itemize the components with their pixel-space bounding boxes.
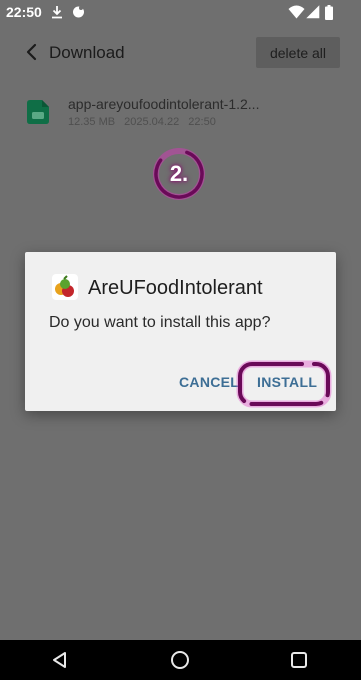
wifi-icon	[288, 5, 305, 24]
back-triangle-icon[interactable]	[50, 650, 70, 670]
apk-file-icon	[27, 100, 49, 129]
file-size: 12.35 MB	[68, 116, 116, 128]
step-annotation: 2.	[153, 148, 205, 200]
download-icon	[51, 5, 63, 24]
file-date: 2025.04.22	[124, 116, 180, 128]
dialog-message: Do you want to install this app?	[49, 314, 271, 331]
dialog-title: AreUFoodIntolerant	[88, 277, 263, 299]
battery-icon	[325, 5, 333, 25]
install-highlight-marker	[236, 360, 332, 408]
download-list-item[interactable]: app-areyoufoodintolerant-1.2... 12.35 MB…	[0, 90, 361, 140]
install-dialog: AreUFoodIntolerant Do you want to instal…	[25, 252, 336, 411]
file-name: app-areyoufoodintolerant-1.2...	[68, 96, 260, 112]
home-circle-icon[interactable]	[170, 650, 190, 670]
app-icon	[52, 274, 78, 300]
status-bar: 22:50	[0, 0, 361, 24]
recents-square-icon[interactable]	[289, 650, 309, 670]
file-time: 22:50	[188, 116, 216, 128]
step-number: 2.	[169, 161, 189, 186]
file-meta: 12.35 MB 2025.04.22 22:50	[68, 116, 222, 128]
cancel-button[interactable]: CANCEL	[179, 374, 239, 390]
status-time: 22:50	[6, 4, 42, 20]
signal-icon	[306, 5, 320, 24]
page-title: Download	[49, 43, 125, 62]
navigation-bar	[0, 640, 361, 680]
chevron-left-icon	[26, 43, 37, 61]
notification-icon	[72, 5, 85, 23]
back-button[interactable]	[20, 40, 44, 64]
delete-all-button[interactable]: delete all	[256, 37, 340, 68]
screen: 22:50 Download delete all app-areyoufood…	[0, 0, 361, 680]
app-bar: Download delete all	[0, 30, 361, 76]
